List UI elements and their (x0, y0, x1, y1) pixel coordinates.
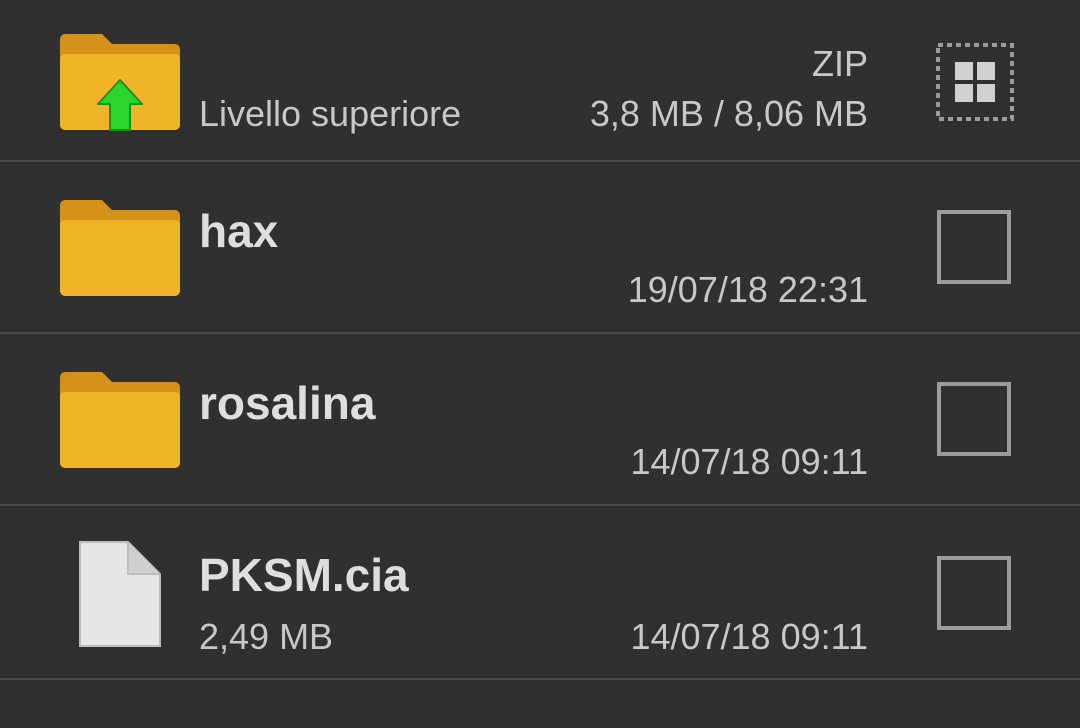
folder-icon (60, 372, 180, 468)
parent-directory-label: Livello superiore (199, 93, 462, 134)
item-size: 2,49 MB (199, 616, 334, 657)
list-item[interactable]: hax 19/07/18 22:31 (0, 162, 1080, 334)
archive-size-label: 3,8 MB / 8,06 MB (589, 93, 868, 134)
file-list: Livello superiore ZIP 3,8 MB / 8,06 MB h… (0, 0, 1080, 728)
file-icon (79, 541, 161, 647)
item-name: rosalina (199, 377, 376, 429)
select-all-grid-icon[interactable] (935, 42, 1015, 122)
item-checkbox[interactable] (937, 210, 1011, 284)
item-name: PKSM.cia (199, 549, 409, 601)
item-checkbox[interactable] (937, 382, 1011, 456)
item-date: 19/07/18 22:31 (627, 269, 868, 310)
item-checkbox[interactable] (937, 556, 1011, 630)
list-item[interactable]: rosalina 14/07/18 09:11 (0, 334, 1080, 506)
item-date: 14/07/18 09:11 (630, 441, 868, 482)
list-item[interactable]: PKSM.cia 2,49 MB 14/07/18 09:11 (0, 506, 1080, 680)
folder-icon (60, 200, 180, 296)
archive-type-label: ZIP (811, 43, 868, 84)
item-name: hax (199, 205, 279, 257)
parent-directory-row[interactable]: Livello superiore ZIP 3,8 MB / 8,06 MB (0, 0, 1080, 162)
folder-up-icon (60, 34, 180, 131)
item-date: 14/07/18 09:11 (630, 616, 868, 657)
